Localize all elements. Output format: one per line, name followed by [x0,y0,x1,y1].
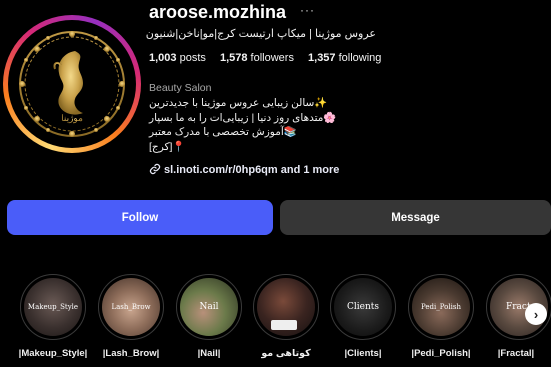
highlight-item[interactable]: کوتاهی مو [253,274,319,359]
highlight-ring: Makeup_Style [20,274,86,340]
highlight-cover-text: Fract [506,302,531,312]
profile-stats: 1,003 posts 1,578 followers 1,357 follow… [149,52,392,64]
highlight-cover: Lash_Brow [102,278,160,336]
highlight-cover: Nail [180,278,238,336]
following-count: 1,357 [308,52,336,64]
highlight-cover-text: Lash_Brow [111,303,151,311]
highlight-cover-text: Nail [199,302,219,312]
follow-button[interactable]: Follow [7,200,273,235]
highlight-item[interactable]: Clients |Clients| [330,274,396,359]
bio-line: 🌸متدهای روز دنیا | زیبایی‌ات را به ما بس… [149,111,337,124]
highlight-cover [257,278,315,336]
highlight-cover: Makeup_Style [24,278,82,336]
highlight-item[interactable]: Makeup_Style |Makeup_Style| [19,274,87,359]
highlight-cover-text: Makeup_Style [27,303,79,311]
bio-line: ✨سالن زیبایی عروس موژینا با جدیدترین [149,97,328,109]
salon-logo-icon: موژینا [19,31,125,137]
highlight-cover-text: Pedi_Polish [421,303,461,311]
highlight-item[interactable]: Lash_Brow |Lash_Brow| [98,274,164,359]
bio-line: 📚آموزش تخصصی با مدرک معتبر [149,126,297,138]
message-button[interactable]: Message [280,200,551,235]
profile-link[interactable]: sl.inoti.com/r/0hp6qm and 1 more [149,163,339,176]
highlight-label: |Makeup_Style| [18,348,88,359]
highlight-cover-shape [271,320,297,330]
followers-count: 1,578 [219,52,248,64]
profile-link-text: sl.inoti.com/r/0hp6qm and 1 more [164,164,340,176]
username: aroose.mozhina [149,2,287,22]
bio-line: 📍[کرج] [149,140,186,153]
link-icon [149,163,161,175]
highlight-cover: Pedi_Polish [412,278,470,336]
profile-category: Beauty Salon [149,82,212,94]
highlight-label: |Fractal| [497,348,535,359]
following-label: following [338,52,382,64]
highlight-item[interactable]: Nail |Nail| [176,274,242,359]
profile-bio: ✨سالن زیبایی عروس موژینا با جدیدترین 🌸مت… [149,96,349,154]
posts-stat[interactable]: 1,003 posts [149,52,206,64]
highlight-label: |Pedi_Polish| [411,348,471,359]
highlight-cover: Clients [334,278,392,336]
highlight-ring: Pedi_Polish [408,274,474,340]
followers-label: followers [250,52,294,64]
highlight-label: |Nail| [197,348,221,359]
highlight-ring: Lash_Brow [98,274,164,340]
profile-avatar-ring[interactable]: موژینا [3,15,141,153]
highlight-ring: Clients [330,274,396,340]
avatar-logo-text: موژینا [61,114,83,124]
profile-tagline: عروس موژینا | میکاپ ارتیست کرج|مو|ناخن|ش… [145,28,376,40]
ellipsis-icon[interactable]: ··· [300,3,315,17]
highlight-item[interactable]: Pedi_Polish |Pedi_Polish| [408,274,474,359]
highlight-cover-text: Clients [346,302,379,312]
following-stat[interactable]: 1,357 following [308,52,381,64]
highlight-label: |Clients| [344,348,382,359]
avatar[interactable]: موژینا [13,25,131,143]
highlight-ring: Nail [176,274,242,340]
highlight-ring [253,274,319,340]
highlight-label: |Lash_Brow| [102,348,160,359]
highlight-label: کوتاهی مو [261,348,311,359]
followers-stat[interactable]: 1,578 followers [220,52,294,64]
posts-label: posts [179,52,206,64]
posts-count: 1,003 [149,52,177,64]
